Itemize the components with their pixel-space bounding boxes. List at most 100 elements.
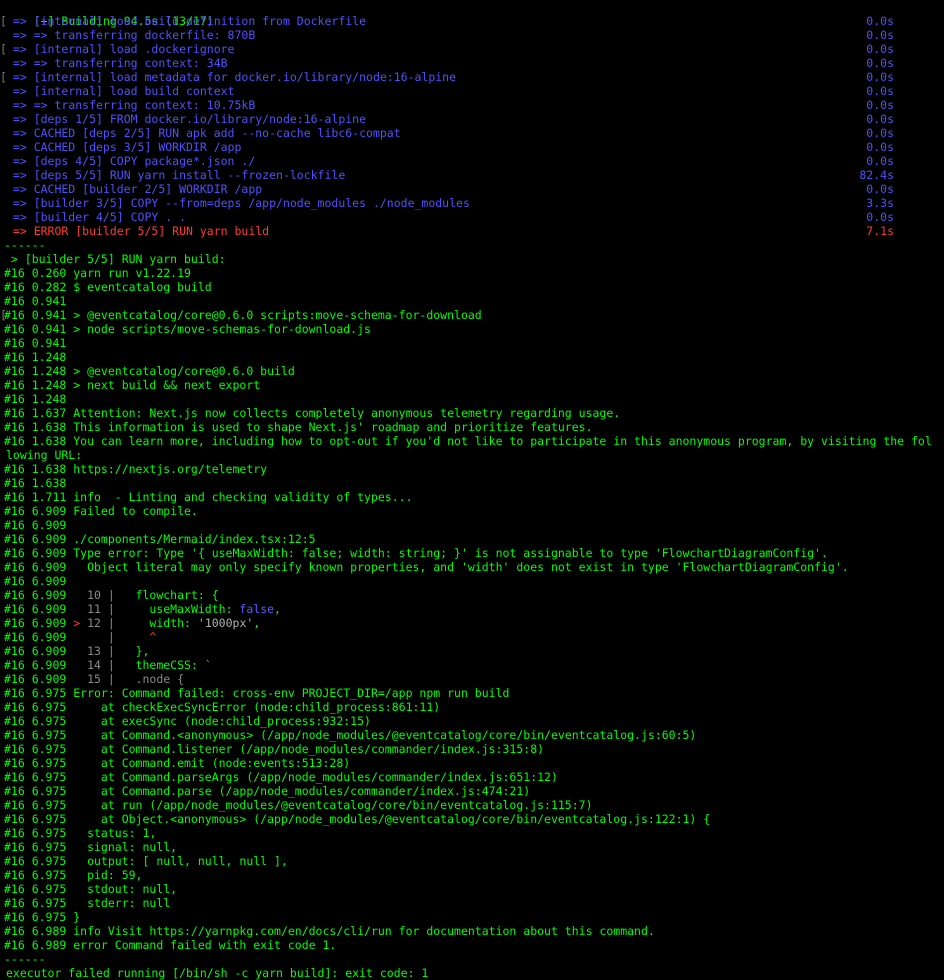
- log-line: #16 6.975 at run (/app/node_modules/@eve…: [4, 798, 944, 812]
- log-line: #16 6.975 at Command.parseArgs (/app/nod…: [4, 770, 944, 784]
- build-step-duration: 0.0s: [866, 70, 894, 84]
- log-text: 15 |: [73, 672, 115, 686]
- log-line: ------: [4, 952, 944, 966]
- build-step-duration: 0.0s: [866, 56, 894, 70]
- log-text: false: [239, 602, 275, 616]
- log-text: #16 6.975 output: [ null, null, null ],: [4, 854, 288, 868]
- log-text: #16 1.248 > @eventcatalog/core@0.6.0 bui…: [4, 364, 295, 378]
- build-step-text: => CACHED [builder 2/5] WORKDIR /app: [6, 182, 263, 196]
- build-step-text: => [internal] load metadata for docker.i…: [6, 70, 457, 84]
- log-line: #16 6.909 Object literal may only specif…: [4, 560, 944, 574]
- log-text: #16 6.975 at Command.parseArgs (/app/nod…: [4, 770, 558, 784]
- build-step-duration: 0.0s: [866, 84, 894, 98]
- log-line: #16 6.975 at Command.listener (/app/node…: [4, 742, 944, 756]
- log-line: #16 1.248: [4, 350, 944, 364]
- log-text: #16 1.637 Attention: Next.js now collect…: [4, 406, 621, 420]
- log-text: #16 6.975 at Command.<anonymous> (/app/n…: [4, 728, 697, 742]
- log-text: #16 6.975 at Command.listener (/app/node…: [4, 742, 545, 756]
- log-text: #16 1.711 info - Linting and checking va…: [4, 490, 413, 504]
- build-step-text: => [internal] load build definition from…: [6, 14, 367, 28]
- log-text: #16 0.941: [4, 336, 67, 350]
- build-step-duration: 0.0s: [866, 140, 894, 154]
- log-line: #16 1.637 Attention: Next.js now collect…: [4, 406, 944, 420]
- terminal-output[interactable]: [+] Building 94.5s (13/17) [ => [interna…: [0, 0, 944, 980]
- log-text: #16 6.989 info Visit https://yarnpkg.com…: [4, 924, 655, 938]
- log-text: #16 6.975 stderr: null: [4, 896, 171, 910]
- build-step-text: => [deps 1/5] FROM docker.io/library/nod…: [6, 112, 367, 126]
- build-step: => [internal] load build context 0.0s: [0, 84, 944, 98]
- log-text: #16 6.989 error Command failed with exit…: [4, 938, 337, 952]
- log-line: #16 6.909 11 | useMaxWidth: false,: [4, 602, 944, 616]
- log-line: [#16 0.941 > @eventcatalog/core@0.6.0 sc…: [0, 308, 944, 322]
- log-text: #16 6.909 ./components/Mermaid/index.tsx…: [4, 532, 316, 546]
- log-line: #16 6.909 | ^: [4, 630, 944, 644]
- log-line: #16 6.975 at execSync (node:child_proces…: [4, 714, 944, 728]
- log-line: #16 1.248: [4, 392, 944, 406]
- log-text: useMaxWidth:: [114, 602, 240, 616]
- log-text: lowing URL:: [6, 448, 83, 462]
- build-step-error: => ERROR [builder 5/5] RUN yarn build 7.1…: [0, 224, 944, 238]
- log-text: #16 0.941 > @eventcatalog/core@0.6.0 scr…: [4, 308, 482, 322]
- log-line: #16 0.941: [4, 336, 944, 350]
- log-line: lowing URL:: [6, 448, 944, 462]
- build-step-duration: 82.4s: [859, 168, 894, 182]
- log-text: #16 1.638 https://nextjs.org/telemetry: [4, 462, 268, 476]
- build-step-text: => [builder 4/5] COPY . .: [6, 210, 187, 224]
- build-step-duration: 0.0s: [866, 28, 894, 42]
- log-line: #16 1.638 https://nextjs.org/telemetry: [4, 462, 944, 476]
- log-text: #16 1.248 > next build && next export: [4, 378, 261, 392]
- log-line: #16 0.282 $ eventcatalog build: [4, 280, 944, 294]
- build-step: [ => [internal] load metadata for docker…: [0, 70, 944, 84]
- log-text: #16 1.638 You can learn more, including …: [4, 434, 932, 448]
- build-step-duration: 0.0s: [866, 210, 894, 224]
- log-text: #16 0.282 $ eventcatalog build: [4, 280, 212, 294]
- build-step-text: => => transferring dockerfile: 870B: [6, 28, 256, 42]
- log-line: #16 6.975 output: [ null, null, null ],: [4, 854, 944, 868]
- log-line: #16 6.975 pid: 59,: [4, 868, 944, 882]
- log-text: #16 6.975 status: 1,: [4, 826, 157, 840]
- log-text: #16 1.638: [4, 476, 67, 490]
- log-text: #16 0.941: [4, 294, 67, 308]
- log-text: 12 |: [87, 616, 115, 630]
- log-text: ------: [4, 952, 46, 966]
- build-step: => [deps 4/5] COPY package*.json ./ 0.0s: [0, 154, 944, 168]
- log-line: #16 1.248 > next build && next export: [4, 378, 944, 392]
- gutter-bracket: [: [0, 14, 7, 28]
- log-text: width:: [114, 616, 198, 630]
- build-step: [ => [internal] load .dockerignore 0.0s: [0, 42, 944, 56]
- log-text: themeCSS: `: [114, 658, 212, 672]
- log-line: #16 6.975 at checkExecSyncError (node:ch…: [4, 700, 944, 714]
- build-step: => CACHED [deps 2/5] RUN apk add --no-ca…: [0, 126, 944, 140]
- log-line: #16 6.989 error Command failed with exit…: [4, 938, 944, 952]
- log-line: #16 6.975 at Object.<anonymous> (/app/no…: [4, 812, 944, 826]
- log-line: ------: [4, 238, 944, 252]
- build-step-duration: 0.0s: [866, 14, 894, 28]
- log-line: #16 6.909 > 12 | width: '1000px',: [4, 616, 944, 630]
- build-step: [ => [internal] load build definition fr…: [0, 14, 944, 28]
- log-text: executor failed running [/bin/sh -c yarn…: [6, 966, 429, 980]
- log-text: #16 6.975 at Object.<anonymous> (/app/no…: [4, 812, 711, 826]
- build-step-duration: 0.0s: [866, 98, 894, 112]
- gutter-bracket: [: [0, 70, 7, 84]
- log-line: executor failed running [/bin/sh -c yarn…: [6, 966, 944, 980]
- log-text: #16 6.909: [4, 574, 67, 588]
- log-text: #16 6.909: [4, 658, 74, 672]
- log-line: #16 6.909 ./components/Mermaid/index.tsx…: [4, 532, 944, 546]
- build-step-text: => CACHED [deps 2/5] RUN apk add --no-ca…: [6, 126, 401, 140]
- log-line: #16 0.941: [4, 294, 944, 308]
- log-text: #16 6.975 at execSync (node:child_proces…: [4, 714, 371, 728]
- log-text: '1000px': [197, 616, 254, 630]
- log-text: ------: [4, 238, 46, 252]
- log-text: ,: [253, 616, 261, 630]
- build-step: => [builder 3/5] COPY --from=deps /app/n…: [0, 196, 944, 210]
- build-step-text: => [internal] load build context: [6, 84, 235, 98]
- log-text: },: [114, 644, 150, 658]
- build-step-duration: 7.1s: [866, 224, 894, 238]
- log-text: #16 6.909: [4, 518, 67, 532]
- log-line: #16 6.975 stdout: null,: [4, 882, 944, 896]
- log-text: #16 0.260 yarn run v1.22.19: [4, 266, 191, 280]
- log-text: #16 6.909: [4, 588, 74, 602]
- log-text: #16 6.975 signal: null,: [4, 840, 178, 854]
- build-step: => => transferring dockerfile: 870B 0.0s: [0, 28, 944, 42]
- log-text: |: [73, 630, 115, 644]
